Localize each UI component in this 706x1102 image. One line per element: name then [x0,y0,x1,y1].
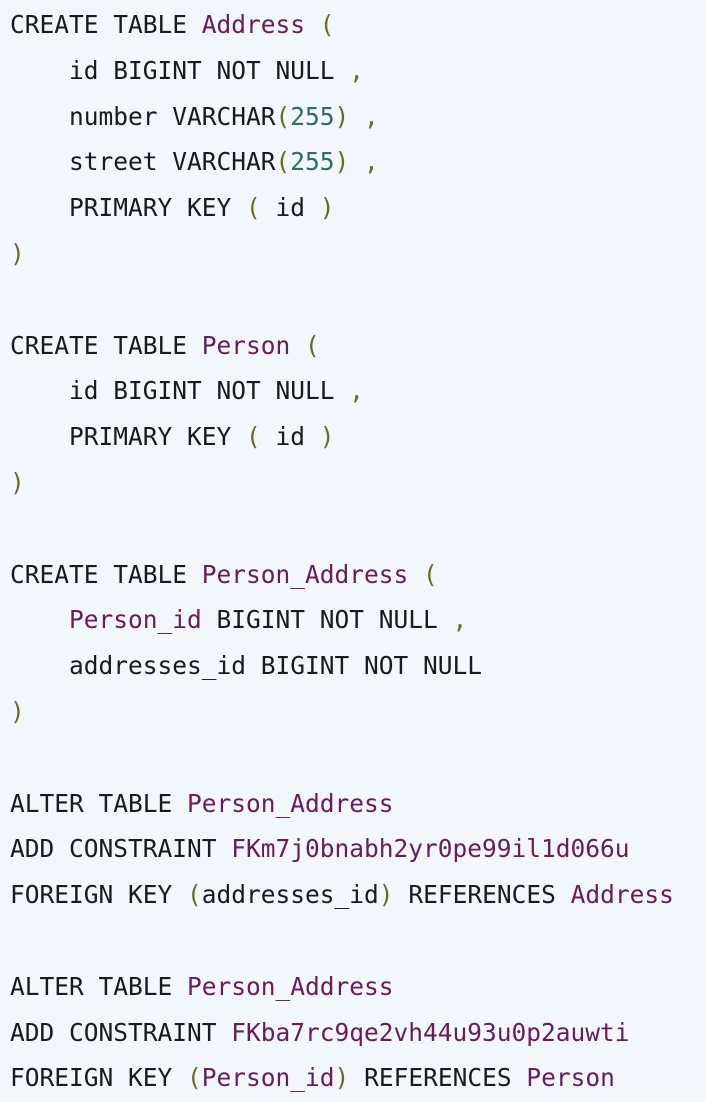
code-token: ADD CONSTRAINT [10,834,232,864]
code-token: 255 [290,147,335,177]
code-token: Person_id [201,1063,335,1093]
code-token: ALTER TABLE [10,788,188,818]
code-token: ) [10,696,25,726]
code-line: ADD CONSTRAINT FKba7rc9qe2vh44u93u0p2auw… [10,1010,706,1056]
code-line: ALTER TABLE Person_Address [10,781,706,827]
code-token: id BIGINT NOT NULL [10,376,335,406]
code-token: addresses_id [201,880,379,910]
code-token: Person [201,330,291,360]
code-line: ADD CONSTRAINT FKm7j0bnabh2yr0pe99il1d06… [10,826,706,872]
code-line: Person_id BIGINT NOT NULL , [10,597,706,643]
code-token: PRIMARY KEY [10,422,247,452]
code-token: , [437,605,468,635]
code-token: FOREIGN KEY [10,1063,188,1093]
code-line: FOREIGN KEY (addresses_id) REFERENCES Ad… [10,872,706,918]
sql-code-block: CREATE TABLE Address ( id BIGINT NOT NUL… [0,0,706,1102]
code-token: ) [378,880,394,910]
code-token: ) , [334,101,379,131]
code-token: FKm7j0bnabh2yr0pe99il1d066u [231,834,630,864]
code-line: number VARCHAR(255) , [10,94,706,140]
code-token: Person_id [69,605,202,635]
code-token: ( [408,559,438,589]
code-token: ( [246,422,276,452]
code-token: REFERENCES [393,880,571,910]
code-token: ( [305,10,335,39]
code-token: Person_Address [187,788,394,818]
code-token: ( [246,193,276,223]
code-line: addresses_id BIGINT NOT NULL [10,643,706,689]
code-line: CREATE TABLE Address ( [10,2,706,48]
code-token: Address [570,880,674,910]
code-line: ) [10,460,706,506]
code-token: ( [187,1063,202,1093]
code-token: CREATE TABLE [10,559,202,589]
code-token: ADD CONSTRAINT [10,1017,232,1047]
code-line: FOREIGN KEY (Person_id) REFERENCES Perso… [10,1055,706,1101]
code-token: ) [10,467,25,497]
code-line: ) [10,689,706,735]
code-token: ALTER TABLE [10,971,188,1001]
code-token: ) [305,193,335,223]
code-line: ALTER TABLE Person_Address [10,964,706,1010]
code-line: ) [10,231,706,277]
code-token: BIGINT NOT NULL [201,605,438,635]
code-token: PRIMARY KEY [10,193,247,223]
code-token: ) [10,238,25,268]
code-token: , [334,376,365,406]
code-token: , [334,55,365,85]
code-token: CREATE TABLE [10,10,202,39]
code-line: CREATE TABLE Person_Address ( [10,552,706,598]
code-line: id BIGINT NOT NULL , [10,48,706,94]
code-token: ) , [334,147,379,177]
code-line: PRIMARY KEY ( id ) [10,414,706,460]
code-line: CREATE TABLE Person ( [10,323,706,369]
code-token: ( [290,330,320,360]
code-token: ( [275,147,291,177]
code-line: PRIMARY KEY ( id ) [10,185,706,231]
code-token: ( [187,880,202,910]
code-token: id BIGINT NOT NULL [10,55,335,85]
code-token: ) [334,1063,350,1093]
code-token: ) [305,422,335,452]
code-token: street VARCHAR [10,147,276,177]
code-token: ( [275,101,291,131]
code-token: number VARCHAR [10,101,276,131]
code-token: Person_Address [201,559,409,589]
code-token: CREATE TABLE [10,330,202,360]
code-line: id BIGINT NOT NULL , [10,368,706,414]
code-token: REFERENCES [349,1063,527,1093]
code-token: Address [201,10,306,39]
code-line: street VARCHAR(255) , [10,139,706,185]
code-token: id [275,193,306,223]
code-token: FOREIGN KEY [10,880,188,910]
code-token: Person [526,1063,615,1093]
code-token: addresses_id BIGINT NOT NULL [10,651,483,681]
code-token: 255 [290,101,335,131]
code-token: FKba7rc9qe2vh44u93u0p2auwti [231,1017,630,1047]
code-token: id [275,422,306,452]
code-token: Person_Address [187,971,394,1001]
